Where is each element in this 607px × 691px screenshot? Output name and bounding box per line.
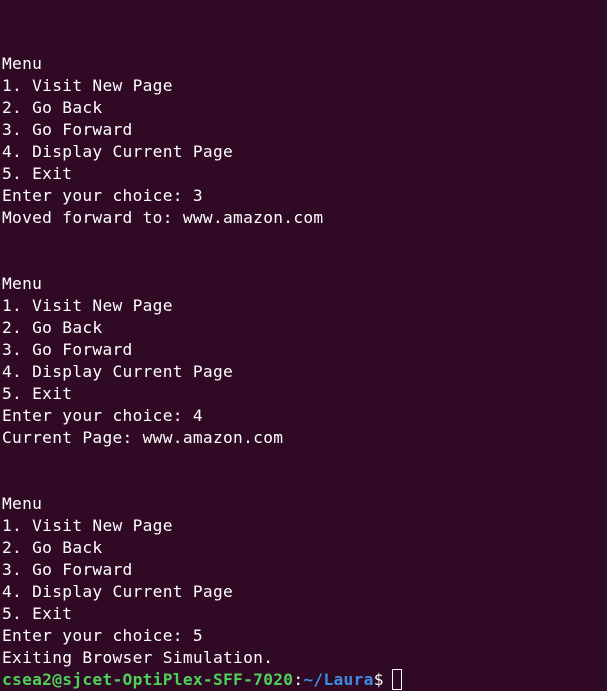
choice-line: Enter your choice: 3 bbox=[2, 186, 203, 205]
menu-option: 5. Exit bbox=[2, 164, 73, 183]
prompt-separator: : bbox=[293, 670, 304, 689]
menu-option: 5. Exit bbox=[2, 604, 73, 623]
menu-title: Menu bbox=[2, 494, 43, 513]
menu-option: 3. Go Forward bbox=[2, 340, 133, 359]
choice-line: Enter your choice: 5 bbox=[2, 626, 203, 645]
menu-option: 3. Go Forward bbox=[2, 120, 133, 139]
menu-option: 4. Display Current Page bbox=[2, 362, 234, 381]
menu-option: 1. Visit New Page bbox=[2, 516, 173, 535]
menu-option: 4. Display Current Page bbox=[2, 582, 234, 601]
text-cursor bbox=[391, 669, 402, 690]
menu-option: 1. Visit New Page bbox=[2, 76, 173, 95]
menu-title: Menu bbox=[2, 274, 43, 293]
terminal-output[interactable]: Menu 1. Visit New Page 2. Go Back 3. Go … bbox=[0, 0, 607, 690]
menu-option: 4. Display Current Page bbox=[2, 142, 234, 161]
result-line: Moved forward to: www.amazon.com bbox=[2, 208, 324, 227]
menu-title: Menu bbox=[2, 54, 43, 73]
menu-option: 3. Go Forward bbox=[2, 560, 133, 579]
shell-prompt[interactable]: csea2@sjcet-OptiPlex-SFF-7020:~/Laura$ bbox=[0, 669, 607, 691]
result-line: Current Page: www.amazon.com bbox=[2, 428, 284, 447]
prompt-symbol: $ bbox=[373, 670, 384, 689]
prompt-path: ~/Laura bbox=[303, 670, 374, 689]
menu-option: 2. Go Back bbox=[2, 318, 103, 337]
menu-option: 2. Go Back bbox=[2, 538, 103, 557]
menu-option: 1. Visit New Page bbox=[2, 296, 173, 315]
menu-option: 5. Exit bbox=[2, 384, 73, 403]
prompt-user-host: csea2@sjcet-OptiPlex-SFF-7020 bbox=[2, 670, 294, 689]
result-line: Exiting Browser Simulation. bbox=[2, 648, 274, 667]
menu-option: 2. Go Back bbox=[2, 98, 103, 117]
choice-line: Enter your choice: 4 bbox=[2, 406, 203, 425]
